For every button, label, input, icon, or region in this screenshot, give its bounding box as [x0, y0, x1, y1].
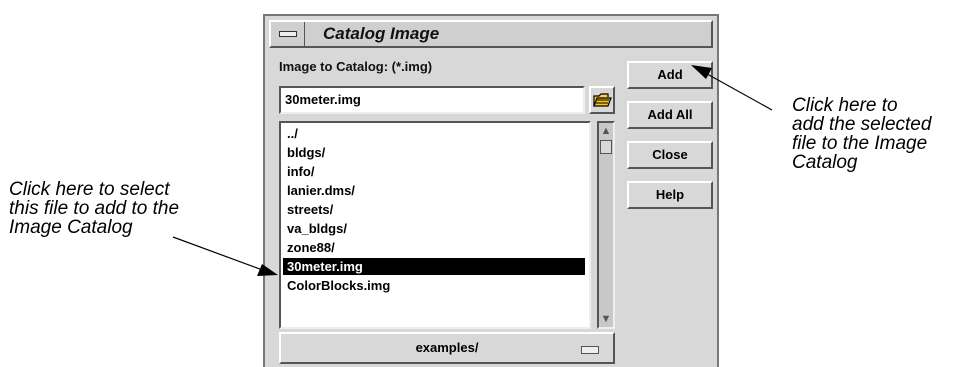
callout-arrows: [172, 65, 773, 276]
